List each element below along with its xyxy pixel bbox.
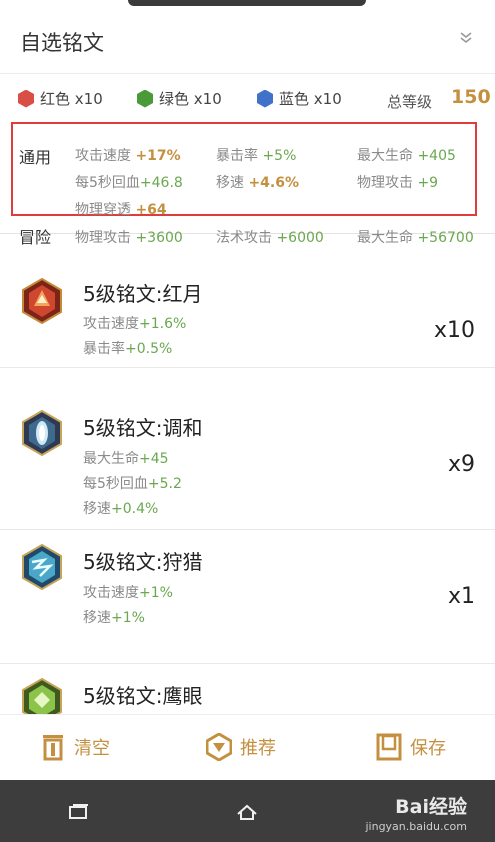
save-icon — [376, 733, 402, 761]
rune-name: 5级铭文:调和 — [83, 416, 203, 440]
watermark-brand: Bai经验 — [395, 796, 467, 818]
action-bar: 清空 推荐 保存 — [0, 714, 495, 780]
rune-quantity: x1 — [447, 584, 475, 609]
general-label: 通用 — [19, 148, 52, 167]
red-hexagon-icon — [18, 89, 34, 108]
total-level-label: 总等级 — [387, 93, 433, 111]
color-count-row: 红色 x10 绿色 x10 蓝色 x10 总等级 150 — [0, 86, 495, 112]
system-nav-bar: Bai经验 jingyan.baidu.com — [0, 780, 495, 842]
rune-item-red-moon[interactable]: 5级铭文:红月 攻击速度+1.6% 暴击率+0.5% x10 — [0, 234, 495, 368]
page-title: 自选铭文 — [20, 31, 104, 55]
general-attr: 最大生命 +405 — [357, 148, 456, 164]
rune-quantity: x9 — [447, 452, 475, 477]
recommend-label: 推荐 — [240, 738, 276, 759]
rune-stat: 移速+0.4% — [83, 501, 159, 517]
blue-count-label: 蓝色 x10 — [279, 90, 342, 108]
header: 自选铭文 — [0, 0, 495, 74]
rune-list[interactable]: 5级铭文:红月 攻击速度+1.6% 暴击率+0.5% x10 5级铭文:调和 最… — [0, 234, 495, 714]
rune-summary: 红色 x10 绿色 x10 蓝色 x10 总等级 150 通用 攻击速度 +17… — [0, 74, 495, 247]
clear-button[interactable]: 清空 — [40, 733, 110, 761]
rune-item-eagle-eye[interactable]: 5级铭文:鹰眼 — [0, 664, 495, 714]
green-count-label: 绿色 x10 — [159, 90, 222, 108]
general-attr: 物理攻击 +9 — [357, 175, 439, 191]
total-level-value: 150 — [451, 86, 491, 108]
general-attr: 攻击速度 +17% — [75, 148, 181, 164]
red-moon-rune-icon — [22, 278, 62, 324]
general-attr: 移速 +4.6% — [216, 175, 300, 191]
rune-stat: 攻击速度+1.6% — [83, 316, 187, 332]
recommend-shield-icon — [206, 733, 232, 761]
save-button[interactable]: 保存 — [376, 733, 446, 761]
rune-name: 5级铭文:鹰眼 — [83, 684, 203, 708]
watermark-url: jingyan.baidu.com — [365, 820, 467, 833]
red-count-label: 红色 x10 — [40, 90, 103, 108]
blue-hexagon-icon — [257, 89, 273, 108]
save-label: 保存 — [410, 738, 446, 759]
harmony-rune-icon — [22, 410, 62, 456]
rune-stat: 暴击率+0.5% — [83, 341, 173, 357]
rune-stat: 移速+1% — [83, 610, 145, 626]
blue-count: 蓝色 x10 — [257, 88, 342, 109]
red-count: 红色 x10 — [18, 88, 103, 109]
rune-stat: 攻击速度+1% — [83, 585, 173, 601]
green-hexagon-icon — [137, 89, 153, 108]
general-attr: 暴击率 +5% — [216, 148, 297, 164]
rune-stat: 每5秒回血+5.2 — [83, 476, 182, 492]
recent-apps-icon[interactable] — [68, 804, 90, 820]
rune-name: 5级铭文:狩猎 — [83, 550, 203, 574]
rune-stat: 最大生命+45 — [83, 451, 169, 467]
rune-item-hunting[interactable]: 5级铭文:狩猎 攻击速度+1% 移速+1% x1 — [0, 530, 495, 664]
recommend-button[interactable]: 推荐 — [206, 733, 276, 761]
general-attr: 每5秒回血+46.8 — [75, 175, 183, 191]
rune-name: 5级铭文:红月 — [83, 282, 203, 306]
trash-icon — [43, 735, 63, 761]
general-attr: 物理穿透 +64 — [75, 202, 167, 218]
double-chevron-down-icon[interactable] — [459, 30, 473, 44]
clear-label: 清空 — [74, 738, 110, 759]
home-icon[interactable] — [236, 804, 258, 820]
rune-quantity: x10 — [433, 318, 475, 343]
eagle-eye-rune-icon — [22, 678, 62, 714]
green-count: 绿色 x10 — [137, 88, 222, 109]
rune-item-harmony[interactable]: 5级铭文:调和 最大生命+45 每5秒回血+5.2 移速+0.4% x9 — [0, 396, 495, 530]
hunting-rune-icon — [22, 544, 62, 590]
